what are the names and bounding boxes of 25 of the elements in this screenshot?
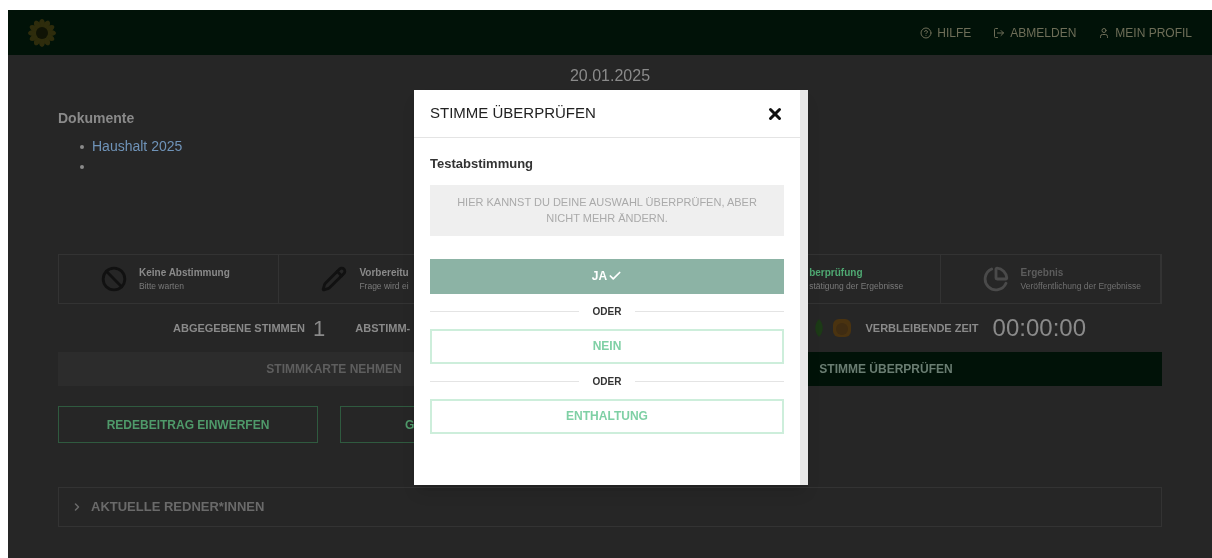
notice-text: HIER KANNST DU DEINE AUSWAHL ÜBERPRÜFEN, ABER NICHT MEHR ÄNDERN.	[430, 184, 784, 236]
step-subtitle: Frage wird ei	[359, 280, 409, 293]
step-title: Keine Abstimmung	[139, 266, 230, 281]
modal-title: STIMME ÜBERPRÜFEN	[430, 103, 596, 124]
nav-link[interactable]: ABMELDEN	[993, 23, 1077, 42]
documents-heading: Dokumente	[58, 110, 135, 126]
remaining-time: 00:00:00	[992, 313, 1086, 343]
document-link[interactable]: Haushalt 2025	[92, 136, 183, 157]
remaining-time-label: VERBLEIBENDE ZEIT	[865, 320, 979, 336]
cast-votes-label: ABGEGEBENE STIMMEN	[173, 320, 305, 336]
nav-link[interactable]: MEIN PROFIL	[1098, 23, 1192, 42]
step-title: Vorbereitu	[359, 266, 409, 281]
outline-button[interactable]: REDEBEITRAG EINWERFEN	[58, 406, 318, 443]
speakers-panel[interactable]: AKTUELLE REDNER*INNEN	[58, 487, 1162, 527]
nav-link[interactable]: HILFE	[920, 23, 972, 42]
step-title: berprüfung	[809, 266, 864, 281]
separator-text: ODER	[592, 304, 622, 319]
vote-subject: Testabstimmung	[430, 155, 535, 173]
vote-option[interactable]: JA	[430, 258, 784, 294]
step-subtitle: Veröffentlichung der Ergebnisse	[1020, 280, 1141, 293]
cast-votes-count: 1	[313, 314, 326, 343]
session-date: 20.01.2025	[569, 66, 651, 86]
step-subtitle: Bitte warten	[139, 280, 185, 293]
voting-mode-label: ABSTIMM-	[355, 320, 411, 336]
step-subtitle: stätigung der Ergebnisse	[809, 280, 904, 293]
